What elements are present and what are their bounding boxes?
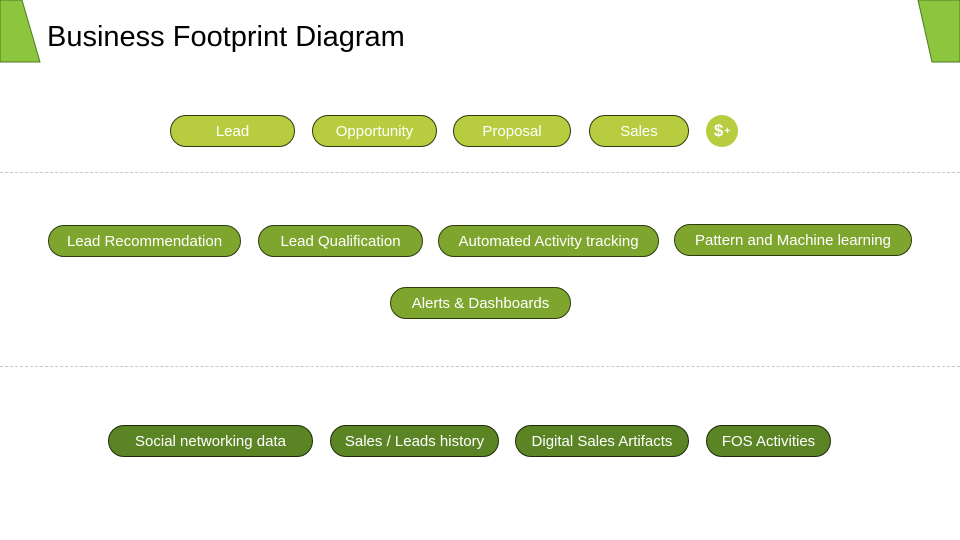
feature-lead-recommendation: Lead Recommendation <box>48 225 241 257</box>
stage-sales: Sales <box>589 115 689 147</box>
source-digital-sales-artifacts: Digital Sales Artifacts <box>515 425 689 457</box>
feature-alerts-dashboards: Alerts & Dashboards <box>390 287 571 319</box>
stage-proposal: Proposal <box>453 115 571 147</box>
source-sales-leads-history: Sales / Leads history <box>330 425 499 457</box>
dollar-plus-icon: $ + <box>706 115 738 147</box>
stage-opportunity: Opportunity <box>312 115 437 147</box>
source-fos-activities: FOS Activities <box>706 425 831 457</box>
feature-pattern-machine-learning: Pattern and Machine learning <box>674 224 912 256</box>
corner-accent-right <box>917 0 960 63</box>
section-divider-top <box>0 172 960 173</box>
page-title: Business Footprint Diagram <box>47 21 405 53</box>
source-social-networking-data: Social networking data <box>108 425 313 457</box>
section-divider-bottom <box>0 366 960 367</box>
feature-lead-qualification: Lead Qualification <box>258 225 423 257</box>
stage-lead: Lead <box>170 115 295 147</box>
corner-accent-left <box>0 0 41 63</box>
feature-automated-activity-tracking: Automated Activity tracking <box>438 225 659 257</box>
